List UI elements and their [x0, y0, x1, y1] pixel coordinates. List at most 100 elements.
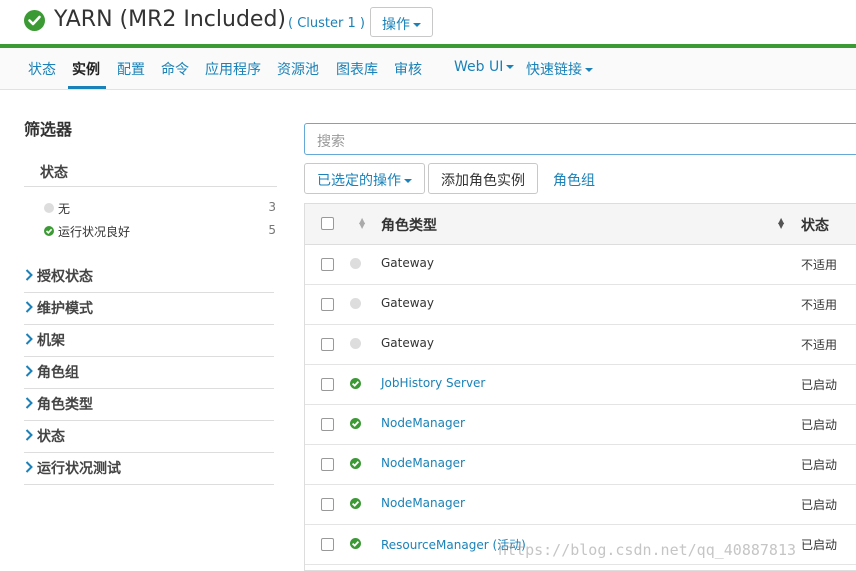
- caret-down-icon: [585, 68, 593, 72]
- filter-section-label: 角色类型: [37, 397, 93, 413]
- health-good-icon: [350, 498, 361, 509]
- caret-down-icon: [404, 179, 412, 183]
- web-ui-label: Web UI: [454, 59, 504, 75]
- sort-icon[interactable]: ▲ ▼: [359, 217, 365, 230]
- tab-configuration[interactable]: 配置: [117, 59, 145, 79]
- health-good-icon: [24, 10, 45, 31]
- role-status: 已启动: [801, 458, 838, 472]
- health-good-icon: [350, 458, 361, 469]
- tab-applications[interactable]: 应用程序: [205, 59, 261, 79]
- role-status: 已启动: [801, 418, 838, 432]
- tab-resource-pools[interactable]: 资源池: [277, 59, 319, 79]
- role-instance-link[interactable]: JobHistory Server: [381, 376, 485, 390]
- row-checkbox[interactable]: [321, 258, 334, 271]
- chevron-right-icon: [25, 365, 33, 377]
- tab-chart-library[interactable]: 图表库: [336, 59, 378, 79]
- role-status: 已启动: [801, 538, 838, 552]
- cluster-link[interactable]: ( Cluster 1 ): [288, 16, 365, 31]
- actions-dropdown-button[interactable]: 操作: [370, 7, 433, 37]
- service-title: YARN (MR2 Included): [54, 7, 286, 32]
- table-row[interactable]: NodeManager 已启动: [305, 404, 856, 445]
- filter-section-maintenance-mode[interactable]: 维护模式: [24, 294, 274, 325]
- health-good-icon: [350, 418, 361, 429]
- selected-actions-button[interactable]: 已选定的操作: [304, 163, 425, 194]
- health-good-icon: [350, 538, 361, 549]
- row-checkbox[interactable]: [321, 298, 334, 311]
- chevron-right-icon: [25, 333, 33, 345]
- role-status: 已启动: [801, 498, 838, 512]
- row-checkbox[interactable]: [321, 378, 334, 391]
- table-row[interactable]: Gateway 不适用: [305, 284, 856, 325]
- health-none-icon: [350, 298, 361, 309]
- tab-audits[interactable]: 审核: [394, 59, 422, 79]
- filter-option-label: 运行状况良好: [58, 225, 131, 239]
- filter-section-state[interactable]: 状态: [24, 422, 274, 453]
- health-good-icon: [44, 226, 54, 236]
- row-checkbox[interactable]: [321, 458, 334, 471]
- filter-section-role-type[interactable]: 角色类型: [24, 390, 274, 421]
- tab-web-ui[interactable]: Web UI: [454, 59, 515, 75]
- column-header-status[interactable]: 状态: [801, 215, 829, 235]
- filter-section-rack[interactable]: 机架: [24, 326, 274, 357]
- table-row[interactable]: JobHistory Server 已启动: [305, 364, 856, 405]
- tab-status[interactable]: 状态: [28, 59, 56, 79]
- filter-section-label: 状态: [37, 429, 65, 445]
- filter-section-health-tests[interactable]: 运行状况测试: [24, 454, 274, 485]
- filter-option-good-health[interactable]: 运行状况良好 5: [44, 222, 276, 242]
- role-instance-link[interactable]: NodeManager: [381, 456, 465, 470]
- role-instances-table: ▲ ▼ 角色类型 ▲ ▼ 状态 Gateway 不适用 Gateway 不适用 Gatewa…: [304, 203, 856, 571]
- filter-section-label: 维护模式: [37, 301, 93, 317]
- add-role-instance-label: 添加角色实例: [441, 173, 525, 189]
- actions-label: 操作: [382, 17, 410, 33]
- row-checkbox[interactable]: [321, 538, 334, 551]
- row-checkbox[interactable]: [321, 498, 334, 511]
- sort-icon[interactable]: ▲ ▼: [778, 217, 784, 230]
- search-input[interactable]: 搜索: [304, 123, 856, 155]
- selected-actions-label: 已选定的操作: [317, 173, 401, 189]
- service-header: YARN (MR2 Included) ( Cluster 1 ) 操作: [0, 0, 856, 44]
- filter-section-label: 运行状况测试: [37, 461, 121, 477]
- health-none-icon: [350, 258, 361, 269]
- role-status: 不适用: [801, 338, 838, 352]
- row-checkbox[interactable]: [321, 338, 334, 351]
- column-header-role-type[interactable]: 角色类型: [381, 215, 437, 235]
- caret-down-icon: [506, 65, 515, 69]
- table-header: ▲ ▼ 角色类型 ▲ ▼ 状态: [305, 204, 856, 245]
- table-row[interactable]: Gateway 不适用: [305, 324, 856, 365]
- tab-instances[interactable]: 实例: [72, 59, 100, 79]
- watermark: https://blog.csdn.net/qq_40887813: [498, 541, 797, 559]
- role-instance-link[interactable]: NodeManager: [381, 496, 465, 510]
- chevron-right-icon: [25, 429, 33, 441]
- filter-section-label: 状态: [40, 165, 68, 181]
- filter-section-label: 角色组: [37, 365, 79, 381]
- health-good-icon: [350, 378, 361, 389]
- role-status: 不适用: [801, 298, 838, 312]
- table-row[interactable]: Gateway 不适用: [305, 244, 856, 285]
- table-row[interactable]: NodeManager 已启动: [305, 444, 856, 485]
- filter-section-label: 机架: [37, 333, 65, 349]
- role-type-label: Gateway: [381, 296, 435, 310]
- chevron-right-icon: [25, 269, 33, 281]
- filter-option-count: 5: [268, 223, 276, 237]
- chevron-right-icon: [25, 461, 33, 473]
- caret-down-icon: [413, 23, 421, 27]
- tab-quick-links[interactable]: 快速链接: [526, 59, 593, 79]
- role-instance-link[interactable]: NodeManager: [381, 416, 465, 430]
- select-all-checkbox[interactable]: [321, 217, 334, 230]
- filters-title: 筛选器: [24, 120, 73, 139]
- tab-commands[interactable]: 命令: [161, 59, 189, 79]
- chevron-right-icon: [25, 301, 33, 313]
- quick-links-label: 快速链接: [526, 62, 582, 78]
- filter-option-count: 3: [268, 200, 276, 214]
- filter-section-status[interactable]: 状态: [24, 158, 277, 187]
- add-role-instance-button[interactable]: 添加角色实例: [428, 163, 538, 194]
- health-none-icon: [44, 203, 54, 213]
- filter-option-none[interactable]: 无 3: [44, 199, 276, 219]
- role-type-label: Gateway: [381, 256, 435, 270]
- role-groups-link[interactable]: 角色组: [553, 170, 595, 190]
- table-row[interactable]: NodeManager 已启动: [305, 484, 856, 525]
- filter-section-role-group[interactable]: 角色组: [24, 358, 274, 389]
- role-status: 已启动: [801, 378, 838, 392]
- filter-section-authorization-status[interactable]: 授权状态: [24, 262, 274, 293]
- row-checkbox[interactable]: [321, 418, 334, 431]
